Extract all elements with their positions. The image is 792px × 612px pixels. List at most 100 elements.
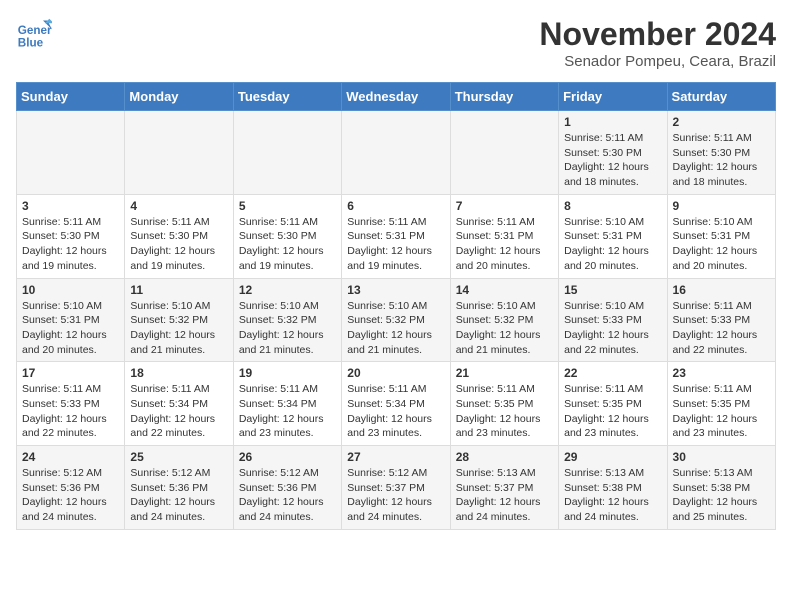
day-info: Sunrise: 5:13 AM Sunset: 5:37 PM Dayligh… [456, 466, 553, 525]
calendar-day-21: 21 Sunrise: 5:11 AM Sunset: 5:35 PM Dayli… [450, 362, 558, 446]
day-info: Sunrise: 5:11 AM Sunset: 5:30 PM Dayligh… [564, 131, 661, 190]
calendar-day-25: 25 Sunrise: 5:12 AM Sunset: 5:36 PM Dayli… [125, 446, 233, 530]
weekday-header-monday: Monday [125, 83, 233, 111]
weekday-header-saturday: Saturday [667, 83, 775, 111]
day-number: 12 [239, 283, 336, 297]
day-info: Sunrise: 5:13 AM Sunset: 5:38 PM Dayligh… [673, 466, 770, 525]
month-title: November 2024 [539, 16, 776, 53]
day-number: 22 [564, 366, 661, 380]
day-number: 10 [22, 283, 119, 297]
calendar-day-9: 9 Sunrise: 5:10 AM Sunset: 5:31 PM Daylig… [667, 194, 775, 278]
calendar-day-28: 28 Sunrise: 5:13 AM Sunset: 5:37 PM Dayli… [450, 446, 558, 530]
day-info: Sunrise: 5:10 AM Sunset: 5:32 PM Dayligh… [130, 299, 227, 358]
calendar-day-19: 19Sunrise: 5:11 AM Sunset: 5:34 PM Dayli… [233, 362, 341, 446]
day-info: Sunrise: 5:11 AM Sunset: 5:35 PM Dayligh… [456, 382, 553, 441]
day-info: Sunrise: 5:11 AM Sunset: 5:31 PM Dayligh… [456, 215, 553, 274]
day-number: 29 [564, 450, 661, 464]
calendar-day-empty [125, 111, 233, 195]
svg-text:Blue: Blue [18, 37, 44, 50]
day-number: 30 [673, 450, 770, 464]
day-number: 26 [239, 450, 336, 464]
day-number: 21 [456, 366, 553, 380]
weekday-header-wednesday: Wednesday [342, 83, 450, 111]
day-number: 14 [456, 283, 553, 297]
day-info: Sunrise: 5:11 AM Sunset: 5:34 PM Dayligh… [130, 382, 227, 441]
calendar-day-29: 29Sunrise: 5:13 AM Sunset: 5:38 PM Dayli… [559, 446, 667, 530]
calendar-day-4: 4 Sunrise: 5:11 AM Sunset: 5:30 PM Daylig… [125, 194, 233, 278]
title-block: November 2024 Senador Pompeu, Ceara, Bra… [539, 16, 776, 70]
calendar-day-26: 26 Sunrise: 5:12 AM Sunset: 5:36 PM Dayli… [233, 446, 341, 530]
day-number: 2 [673, 115, 770, 129]
calendar-day-17: 17Sunrise: 5:11 AM Sunset: 5:33 PM Dayli… [17, 362, 125, 446]
calendar-day-18: 18Sunrise: 5:11 AM Sunset: 5:34 PM Dayli… [125, 362, 233, 446]
day-number: 3 [22, 199, 119, 213]
day-number: 9 [673, 199, 770, 213]
day-info: Sunrise: 5:11 AM Sunset: 5:30 PM Dayligh… [130, 215, 227, 274]
day-number: 11 [130, 283, 227, 297]
calendar-day-11: 11 Sunrise: 5:10 AM Sunset: 5:32 PM Dayli… [125, 278, 233, 362]
day-number: 28 [456, 450, 553, 464]
day-info: Sunrise: 5:10 AM Sunset: 5:32 PM Dayligh… [347, 299, 444, 358]
calendar-day-5: 5 Sunrise: 5:11 AM Sunset: 5:30 PM Daylig… [233, 194, 341, 278]
calendar-day-24: 24 Sunrise: 5:12 AM Sunset: 5:36 PM Dayli… [17, 446, 125, 530]
calendar-week-row: 24 Sunrise: 5:12 AM Sunset: 5:36 PM Dayli… [17, 446, 776, 530]
day-number: 13 [347, 283, 444, 297]
day-number: 4 [130, 199, 227, 213]
calendar-day-empty [17, 111, 125, 195]
day-info: Sunrise: 5:11 AM Sunset: 5:35 PM Dayligh… [564, 382, 661, 441]
weekday-header-row: SundayMondayTuesdayWednesdayThursdayFrid… [17, 83, 776, 111]
weekday-header-friday: Friday [559, 83, 667, 111]
calendar-day-10: 10 Sunrise: 5:10 AM Sunset: 5:31 PM Dayli… [17, 278, 125, 362]
day-info: Sunrise: 5:12 AM Sunset: 5:36 PM Dayligh… [239, 466, 336, 525]
day-info: Sunrise: 5:10 AM Sunset: 5:32 PM Dayligh… [456, 299, 553, 358]
day-number: 8 [564, 199, 661, 213]
day-info: Sunrise: 5:10 AM Sunset: 5:31 PM Dayligh… [22, 299, 119, 358]
calendar-day-30: 30 Sunrise: 5:13 AM Sunset: 5:38 PM Dayli… [667, 446, 775, 530]
calendar-day-empty [342, 111, 450, 195]
day-info: Sunrise: 5:12 AM Sunset: 5:36 PM Dayligh… [22, 466, 119, 525]
day-info: Sunrise: 5:10 AM Sunset: 5:31 PM Dayligh… [673, 215, 770, 274]
day-number: 1 [564, 115, 661, 129]
day-number: 16 [673, 283, 770, 297]
weekday-header-sunday: Sunday [17, 83, 125, 111]
day-info: Sunrise: 5:11 AM Sunset: 5:33 PM Dayligh… [22, 382, 119, 441]
day-number: 27 [347, 450, 444, 464]
day-info: Sunrise: 5:11 AM Sunset: 5:30 PM Dayligh… [239, 215, 336, 274]
day-number: 5 [239, 199, 336, 213]
calendar-week-row: 17Sunrise: 5:11 AM Sunset: 5:33 PM Dayli… [17, 362, 776, 446]
calendar-day-empty [450, 111, 558, 195]
day-number: 20 [347, 366, 444, 380]
calendar-week-row: 3 Sunrise: 5:11 AM Sunset: 5:30 PM Daylig… [17, 194, 776, 278]
day-info: Sunrise: 5:11 AM Sunset: 5:30 PM Dayligh… [22, 215, 119, 274]
day-info: Sunrise: 5:11 AM Sunset: 5:30 PM Dayligh… [673, 131, 770, 190]
day-info: Sunrise: 5:12 AM Sunset: 5:37 PM Dayligh… [347, 466, 444, 525]
calendar-day-8: 8 Sunrise: 5:10 AM Sunset: 5:31 PM Daylig… [559, 194, 667, 278]
day-info: Sunrise: 5:11 AM Sunset: 5:34 PM Dayligh… [347, 382, 444, 441]
calendar-day-12: 12Sunrise: 5:10 AM Sunset: 5:32 PM Dayli… [233, 278, 341, 362]
day-number: 15 [564, 283, 661, 297]
calendar-day-23: 23 Sunrise: 5:11 AM Sunset: 5:35 PM Dayli… [667, 362, 775, 446]
calendar-day-14: 14 Sunrise: 5:10 AM Sunset: 5:32 PM Dayli… [450, 278, 558, 362]
day-number: 23 [673, 366, 770, 380]
location-title: Senador Pompeu, Ceara, Brazil [539, 53, 776, 70]
calendar-day-3: 3 Sunrise: 5:11 AM Sunset: 5:30 PM Daylig… [17, 194, 125, 278]
calendar-day-16: 16Sunrise: 5:11 AM Sunset: 5:33 PM Dayli… [667, 278, 775, 362]
calendar-day-1: 1 Sunrise: 5:11 AM Sunset: 5:30 PM Daylig… [559, 111, 667, 195]
logo-icon: General Blue [16, 16, 52, 52]
logo: General Blue [16, 16, 52, 52]
day-info: Sunrise: 5:12 AM Sunset: 5:36 PM Dayligh… [130, 466, 227, 525]
weekday-header-tuesday: Tuesday [233, 83, 341, 111]
day-info: Sunrise: 5:10 AM Sunset: 5:33 PM Dayligh… [564, 299, 661, 358]
weekday-header-thursday: Thursday [450, 83, 558, 111]
day-number: 25 [130, 450, 227, 464]
day-info: Sunrise: 5:10 AM Sunset: 5:31 PM Dayligh… [564, 215, 661, 274]
calendar-day-22: 22 Sunrise: 5:11 AM Sunset: 5:35 PM Dayli… [559, 362, 667, 446]
day-info: Sunrise: 5:11 AM Sunset: 5:35 PM Dayligh… [673, 382, 770, 441]
svg-text:General: General [18, 24, 52, 37]
day-info: Sunrise: 5:11 AM Sunset: 5:31 PM Dayligh… [347, 215, 444, 274]
day-number: 6 [347, 199, 444, 213]
day-number: 24 [22, 450, 119, 464]
day-number: 7 [456, 199, 553, 213]
calendar-day-7: 7 Sunrise: 5:11 AM Sunset: 5:31 PM Daylig… [450, 194, 558, 278]
calendar-day-6: 6 Sunrise: 5:11 AM Sunset: 5:31 PM Daylig… [342, 194, 450, 278]
